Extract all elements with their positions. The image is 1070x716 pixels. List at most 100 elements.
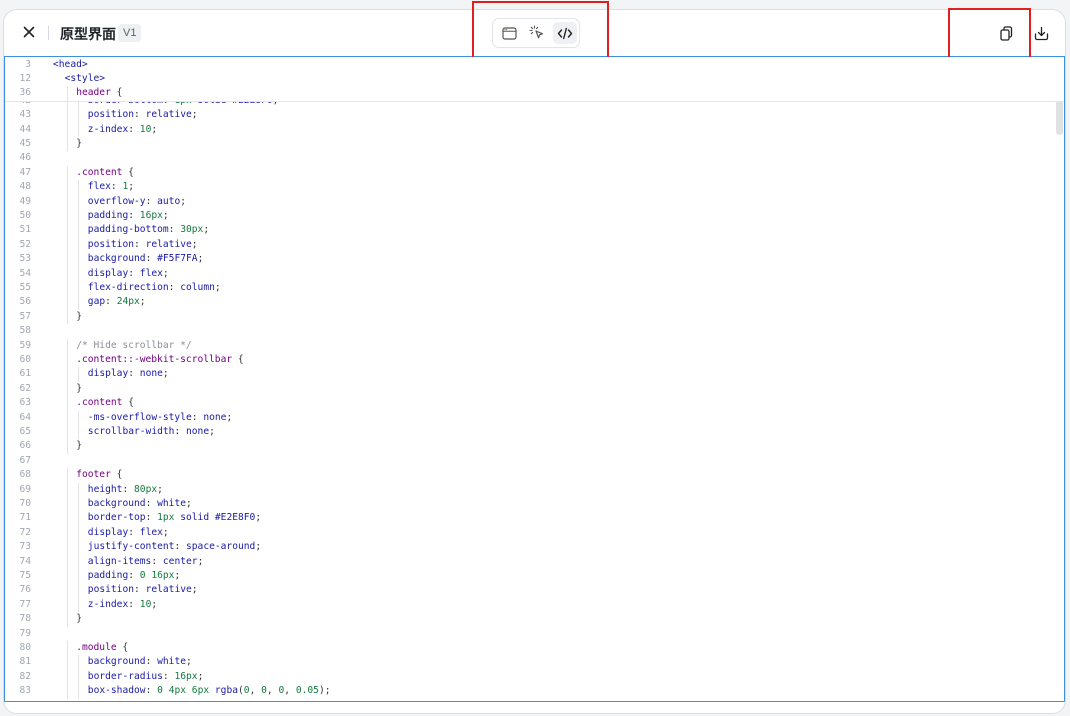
code-token: header — [76, 87, 111, 99]
indent-guide — [66, 410, 68, 425]
indent-guide — [66, 511, 68, 526]
code-text: flex-direction: column; — [88, 281, 221, 295]
line-number: 12 — [19, 72, 31, 84]
code-token: ; — [209, 426, 215, 437]
code-line: 44 z-index: 10; — [5, 122, 1055, 137]
code-token: display — [87, 267, 129, 279]
line-number: 81 — [19, 656, 31, 668]
code-text: z-index: 10; — [88, 598, 157, 612]
indent-guide — [78, 180, 80, 195]
code-token: } — [76, 382, 82, 394]
code-token: : — [168, 224, 181, 236]
line-number: 57 — [19, 310, 31, 322]
line-number: 52 — [19, 238, 31, 250]
indent-guide — [78, 194, 80, 209]
line-number: 72 — [19, 526, 31, 538]
line-number: 66 — [19, 440, 31, 452]
code-token: , — [266, 685, 279, 697]
code-token: /* Hide scrollbar */ — [76, 339, 192, 351]
indent-guide — [78, 511, 80, 526]
code-token: #E2E8F0 — [214, 512, 256, 524]
code-token: 1px — [157, 512, 175, 524]
code-line: 45} — [5, 137, 1055, 152]
indent-guide — [66, 180, 68, 195]
indent-guide — [78, 209, 80, 224]
code-token: : — [134, 238, 146, 250]
line-number: 76 — [19, 584, 31, 596]
download-button[interactable] — [1031, 23, 1051, 43]
line-number: 45 — [19, 138, 31, 149]
code-line: 64 -ms-overflow-style: none; — [5, 410, 1055, 425]
code-editor[interactable]: 3<head>12<style>36header { 42border-bott… — [4, 56, 1065, 702]
code-text: padding: 0 16px; — [88, 569, 180, 583]
code-token: { — [110, 87, 123, 99]
code-token: ; — [191, 109, 198, 121]
code-token: align-items — [87, 555, 152, 567]
code-token: space-around — [186, 541, 256, 553]
code-token: : — [145, 253, 158, 265]
code-token: : — [145, 512, 158, 524]
code-text: display: none; — [88, 367, 169, 381]
code-text: <style> — [65, 72, 105, 86]
code-token: : — [134, 109, 146, 121]
code-token: { — [122, 166, 134, 178]
code-line: 76 position: relative; — [5, 583, 1055, 598]
code-token: column — [180, 282, 215, 293]
indent-guide — [66, 108, 68, 123]
code-line: 50 padding: 16px; — [5, 209, 1055, 224]
code-token: flex-direction — [87, 282, 169, 293]
sticky-scope-header: 3 <head> 12 <style> 36 header { — [5, 57, 1064, 102]
code-text: footer { — [76, 468, 122, 482]
line-number: 77 — [19, 598, 31, 610]
indent-guide — [66, 655, 68, 670]
code-token: ; — [197, 555, 204, 567]
code-token: : — [162, 670, 175, 682]
line-number: 67 — [19, 454, 31, 466]
code-token: ; — [197, 253, 204, 265]
code-token: ; — [151, 123, 158, 135]
line-number: 62 — [19, 382, 31, 394]
indent-guide — [66, 353, 68, 368]
indent-guide — [78, 583, 80, 598]
code-token: ); — [318, 685, 331, 697]
line-number: 56 — [19, 296, 31, 308]
line-number: 55 — [19, 282, 31, 293]
code-token: <head> — [53, 58, 88, 70]
code-line: 57} — [5, 309, 1055, 325]
code-token: display — [87, 368, 129, 380]
code-token: .content — [76, 166, 123, 178]
line-number: 83 — [19, 685, 31, 697]
code-text: } — [76, 310, 82, 324]
code-text: background: #F5F7FA; — [88, 252, 204, 266]
code-line: 12 <style> — [5, 72, 1055, 86]
indent-guide — [66, 252, 68, 267]
code-token: : — [191, 411, 204, 423]
code-token: 16px — [151, 570, 175, 581]
code-token: #F5F7FA — [157, 253, 198, 265]
code-token: solid — [174, 512, 215, 524]
code-text: } — [76, 439, 82, 453]
code-token: white — [157, 498, 187, 509]
code-token: : — [145, 195, 158, 207]
indent-guide — [66, 468, 68, 483]
code-text: /* Hide scrollbar */ — [76, 339, 192, 353]
line-number: 75 — [19, 570, 31, 581]
code-text: .content { — [76, 166, 134, 180]
code-text: background: white; — [88, 655, 192, 669]
indent-guide — [66, 583, 68, 598]
indent-guide — [66, 425, 68, 440]
code-text: <head> — [53, 58, 88, 72]
line-number: 60 — [19, 354, 31, 365]
close-button[interactable] — [20, 23, 38, 41]
code-token: 16px — [139, 210, 163, 221]
code-token: 6px — [191, 685, 210, 697]
indent-guide — [66, 482, 68, 497]
download-icon — [1034, 26, 1048, 40]
code-text: header { — [76, 86, 122, 100]
indent-guide — [66, 86, 68, 101]
code-text: justify-content: space-around; — [88, 540, 261, 554]
code-token: border-top — [87, 512, 146, 524]
code-token: : — [128, 368, 140, 380]
indent-guide — [66, 381, 68, 397]
code-text: border-radius: 16px; — [88, 670, 204, 684]
